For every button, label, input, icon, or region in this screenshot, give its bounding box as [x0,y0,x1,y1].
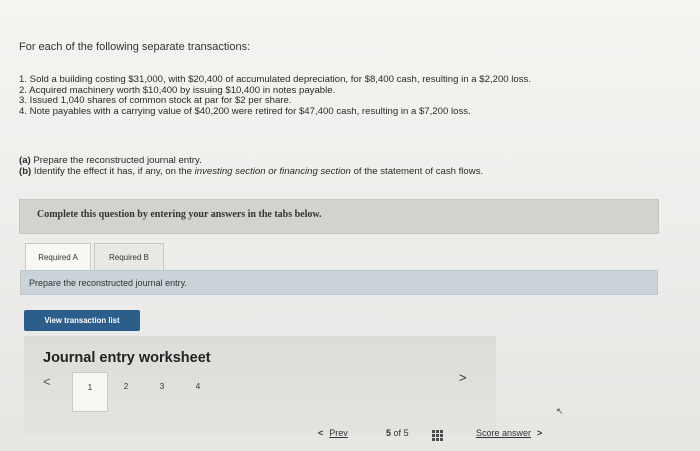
worksheet-next-icon[interactable]: > [459,370,467,385]
transaction-item: 1. Sold a building costing $31,000, with… [19,74,532,85]
part-a-marker: (a) [19,155,31,166]
part-b: (b) Identify the effect it has, if any, … [19,166,483,177]
tab-instruction: Prepare the reconstructed journal entry. [29,278,187,288]
question-page: For each of the following separate trans… [0,0,700,451]
tab-instruction-bar: Prepare the reconstructed journal entry. [20,270,658,295]
transaction-list: 1. Sold a building costing $31,000, with… [19,74,532,117]
worksheet-page-1[interactable]: 1 [72,372,108,412]
tab-required-a[interactable]: Required A [25,243,91,270]
part-b-marker: (b) [19,166,32,177]
transaction-item: 3. Issued 1,040 shares of common stock a… [19,95,292,106]
banner-text: Complete this question by entering your … [37,209,322,220]
tab-required-b[interactable]: Required B [94,243,164,270]
worksheet-page-2[interactable]: 2 [108,372,144,398]
current-question: 5 [386,428,392,438]
score-answer-label: Score answer [476,428,532,438]
transaction-item: 4. Note payables with a carrying value o… [19,105,471,117]
worksheet-prev-icon[interactable]: < [43,374,51,389]
chevron-right-icon: > [537,428,543,438]
journal-entry-worksheet: Journal entry worksheet < 1 2 3 4 > [24,336,496,434]
worksheet-page-3[interactable]: 3 [144,372,180,398]
total-questions: 5 [403,428,409,438]
part-b-text-1: Identify the effect it has, if any, on t… [33,166,192,177]
view-transaction-list-button[interactable]: View transaction list [24,310,140,331]
worksheet-pagination: 1 2 3 4 [72,372,216,412]
prev-label: Prev [329,428,348,438]
chevron-left-icon: < [318,428,324,438]
part-b-text-italic: investing section or financing section [194,166,351,177]
question-parts: (a) Prepare the reconstructed journal en… [19,155,483,177]
grid-menu-icon[interactable] [432,430,444,441]
question-intro: For each of the following separate trans… [19,41,251,53]
question-counter: 5 of 5 [386,428,409,438]
worksheet-title: Journal entry worksheet [43,350,211,366]
part-b-text-2: of the statement of cash flows. [353,166,484,177]
of-label: of [393,428,402,438]
mouse-cursor-icon: ↖ [556,406,564,416]
worksheet-page-4[interactable]: 4 [180,372,216,398]
prev-button[interactable]: < Prev [318,428,348,438]
part-a: (a) Prepare the reconstructed journal en… [19,155,483,166]
score-answer-button[interactable]: Score answer > [476,428,542,438]
instruction-banner: Complete this question by entering your … [19,199,659,234]
part-a-text: Prepare the reconstructed journal entry. [33,155,202,166]
